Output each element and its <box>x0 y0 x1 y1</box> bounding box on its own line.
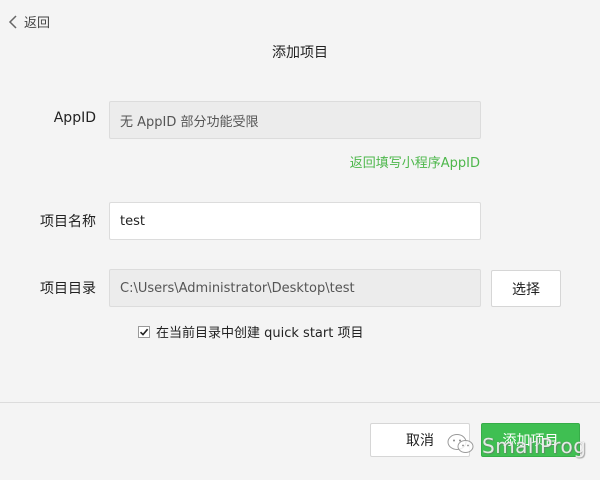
chevron-left-icon <box>8 14 18 30</box>
page-title: 添加项目 <box>272 45 328 61</box>
choose-label: 选择 <box>512 281 540 298</box>
project-name-value: test <box>120 213 145 229</box>
choose-directory-button[interactable]: 选择 <box>491 270 561 307</box>
appid-label: AppID <box>53 110 96 126</box>
project-name-input[interactable]: test <box>109 202 481 240</box>
project-dir-label: 项目目录 <box>40 281 96 297</box>
quickstart-label: 在当前目录中创建 quick start 项目 <box>156 326 364 341</box>
quickstart-checkbox[interactable] <box>138 325 150 338</box>
project-name-label: 项目名称 <box>40 214 96 230</box>
footer-divider <box>0 402 600 403</box>
back-label: 返回 <box>24 16 51 31</box>
add-project-button[interactable]: 添加项目 <box>481 423 580 457</box>
add-project-label: 添加项目 <box>502 433 559 449</box>
appid-field: 无 AppID 部分功能受限 <box>109 101 481 139</box>
appid-value: 无 AppID 部分功能受限 <box>120 114 259 130</box>
cancel-label: 取消 <box>406 433 434 449</box>
cancel-button[interactable]: 取消 <box>370 423 470 457</box>
checkmark-icon <box>139 328 149 336</box>
quickstart-row[interactable]: 在当前目录中创建 quick start 项目 <box>138 322 363 341</box>
project-dir-value: C:\Users\Administrator\Desktop\test <box>120 280 355 296</box>
project-dir-field: C:\Users\Administrator\Desktop\test <box>109 269 481 307</box>
back-button[interactable]: 返回 <box>8 12 50 31</box>
return-appid-link[interactable]: 返回填写小程序AppID <box>350 152 480 171</box>
